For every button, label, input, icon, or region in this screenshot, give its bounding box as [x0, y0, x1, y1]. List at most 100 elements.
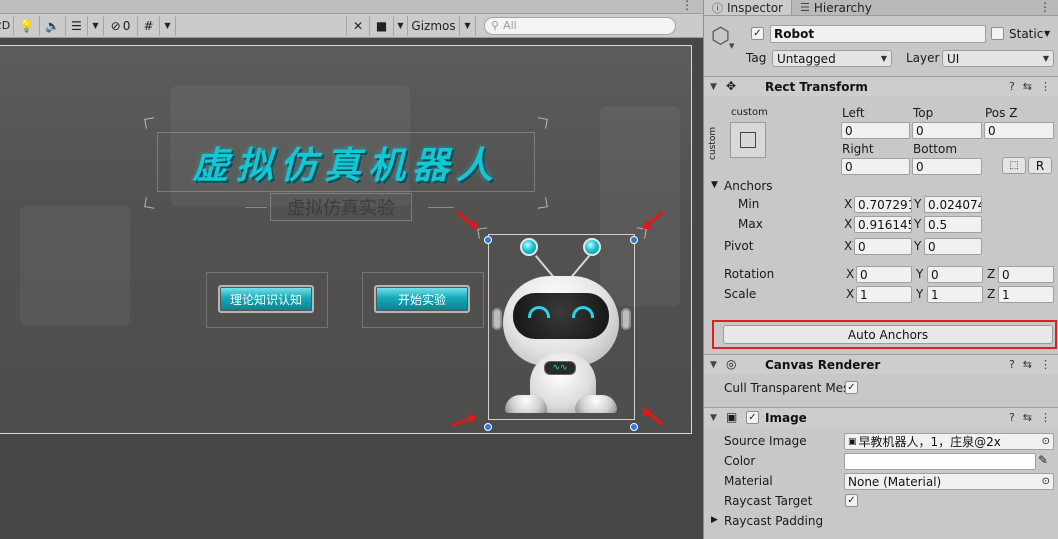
scale-x-label: X — [846, 287, 855, 301]
search-icon: ⚲ — [491, 19, 500, 32]
robot-antenna-ball-right — [583, 238, 601, 256]
presets-icon[interactable]: ⇆ — [1023, 80, 1032, 93]
anchor-max-x-input[interactable]: 0.916145 — [854, 216, 912, 233]
raycast-target-checkbox[interactable]: ✓ — [845, 494, 858, 507]
scale-y-label: Y — [916, 287, 924, 301]
layer-dropdown[interactable]: UI ▼ — [942, 50, 1054, 67]
toggle-2d-label: 2D — [0, 19, 11, 32]
robot-chest-glyph: ∿∿ — [552, 363, 568, 373]
tools-button[interactable]: ✕ — [346, 15, 370, 36]
robot-foot-right — [575, 395, 617, 413]
anchor-handle-bl[interactable] — [484, 423, 492, 431]
anchor-preset-button[interactable] — [730, 122, 766, 158]
pivot-y-label: Y — [914, 239, 922, 253]
theory-button[interactable]: 理论知识认知 — [218, 285, 314, 313]
grid-toggle[interactable]: # — [138, 15, 160, 36]
kebab-menu-icon[interactable]: ⋮ — [1040, 80, 1051, 93]
bottom-input[interactable]: 0 — [912, 158, 982, 175]
object-picker-icon[interactable]: ⊙ — [1042, 436, 1050, 447]
grid-dropdown[interactable]: ▼ — [160, 15, 176, 36]
presets-icon[interactable]: ⇆ — [1023, 411, 1032, 424]
foldout-arrow-icon[interactable]: ▶ — [711, 515, 718, 525]
foldout-arrow-icon: ▼ — [710, 412, 717, 423]
canvas-renderer-icon: ◎ — [726, 357, 737, 371]
effects-dropdown[interactable]: ▼ — [88, 15, 104, 36]
layer-value: UI — [947, 51, 960, 66]
gizmos-button[interactable]: Gizmos — [408, 15, 460, 36]
chevron-down-icon[interactable]: ▼ — [1044, 29, 1050, 38]
raw-edit-button[interactable]: R — [1028, 157, 1052, 174]
rotation-z-input[interactable]: 0 — [998, 266, 1054, 283]
image-enabled-checkbox[interactable]: ✓ — [746, 411, 759, 424]
help-icon[interactable]: ? — [1009, 411, 1015, 424]
rotation-z-label: Z — [987, 267, 996, 281]
anchor-min-x-input[interactable]: 0.707291 — [854, 196, 912, 213]
blueprint-icon: ⬚ — [1009, 160, 1019, 171]
right-input[interactable]: 0 — [841, 158, 910, 175]
cull-transparent-checkbox[interactable]: ✓ — [845, 381, 858, 394]
scale-y-input[interactable]: 1 — [927, 286, 983, 303]
rect-transform-header[interactable]: ▼ ✥ Rect Transform ? ⇆ ⋮ — [704, 76, 1058, 96]
kebab-menu-icon[interactable]: ⋮ — [1040, 411, 1051, 424]
anchor-max-y-input[interactable]: 0.5 — [924, 216, 982, 233]
hidden-objects-toggle[interactable]: ⊘ 0 — [104, 15, 138, 36]
bg-bed-shape — [20, 206, 130, 326]
scale-x-input[interactable]: 1 — [856, 286, 912, 303]
canvas-renderer-header[interactable]: ▼ ◎ Canvas Renderer ? ⇆ ⋮ — [704, 354, 1058, 374]
color-label: Color — [724, 454, 756, 468]
inspector-more-icon[interactable]: ⋮ — [1039, 0, 1051, 14]
tag-dropdown[interactable]: Untagged ▼ — [772, 50, 892, 67]
scale-z-input[interactable]: 1 — [998, 286, 1054, 303]
toggle-2d-button[interactable]: 2D — [0, 15, 14, 36]
pivot-y-input[interactable]: 0 — [924, 238, 982, 255]
gizmos-label: Gizmos — [411, 18, 456, 33]
source-image-value: 早教机器人，1，庄泉@2x — [858, 435, 1001, 449]
image-header[interactable]: ▼ ▣ ✓ Image ? ⇆ ⋮ — [704, 407, 1058, 427]
rotation-label: Rotation — [724, 267, 775, 281]
camera-dropdown[interactable]: ▼ — [394, 15, 408, 36]
pivot-x-input[interactable]: 0 — [854, 238, 912, 255]
object-name-input[interactable]: Robot — [770, 25, 986, 43]
rotation-x-label: X — [846, 267, 855, 281]
subtitle-deco-right — [428, 207, 454, 208]
blueprint-mode-button[interactable]: ⬚ — [1002, 157, 1026, 174]
chevron-down-icon: ▼ — [1042, 54, 1049, 63]
tag-label: Tag — [746, 51, 767, 65]
audio-toggle[interactable]: 🔈 — [40, 15, 66, 36]
source-image-field[interactable]: ▣ 早教机器人，1，庄泉@2x ⊙ — [844, 433, 1054, 450]
scene-search-input[interactable]: ⚲ All — [484, 16, 676, 35]
rotation-x-input[interactable]: 0 — [856, 266, 912, 283]
material-field[interactable]: None (Material) ⊙ — [844, 473, 1054, 490]
start-button[interactable]: 开始实验 — [374, 285, 470, 313]
eyedropper-icon[interactable]: ✎ — [1038, 453, 1048, 467]
camera-button[interactable]: ■ — [370, 15, 394, 36]
rotation-y-input[interactable]: 0 — [927, 266, 983, 283]
effects-toggle[interactable]: ☰ — [66, 15, 88, 36]
left-input[interactable]: 0 — [841, 122, 910, 139]
help-icon[interactable]: ? — [1009, 358, 1015, 371]
chevron-down-icon: ▼ — [92, 21, 99, 30]
posz-input[interactable]: 0 — [984, 122, 1054, 139]
object-picker-icon[interactable]: ⊙ — [1042, 476, 1050, 487]
help-icon[interactable]: ? — [1009, 80, 1015, 93]
tab-inspector[interactable]: ⓘ Inspector — [704, 0, 792, 15]
anchor-handle-br[interactable] — [630, 423, 638, 431]
kebab-menu-icon[interactable]: ⋮ — [1040, 358, 1051, 371]
chevron-down-icon[interactable]: ▼ — [729, 42, 734, 50]
gizmos-dropdown[interactable]: ▼ — [460, 15, 476, 36]
auto-anchors-button[interactable]: Auto Anchors — [723, 325, 1053, 344]
anchor-min-y-input[interactable]: 0.024074 — [924, 196, 982, 213]
tab-hierarchy[interactable]: ☰ Hierarchy — [792, 0, 880, 15]
presets-icon[interactable]: ⇆ — [1023, 358, 1032, 371]
color-swatch[interactable] — [844, 453, 1036, 470]
sprite-icon: ▣ — [848, 436, 857, 447]
anchor-preset-square-icon — [740, 132, 756, 148]
object-active-checkbox[interactable]: ✓ — [751, 27, 764, 40]
static-checkbox[interactable] — [991, 27, 1004, 40]
scene-viewport[interactable]: 虚拟仿真机器人 虚拟仿真实验 理论知识认知 开始实验 ∿∿ — [0, 38, 703, 539]
foldout-arrow-icon[interactable]: ▼ — [711, 180, 718, 190]
robot-ear-right — [621, 308, 631, 330]
top-input[interactable]: 0 — [912, 122, 982, 139]
scene-more-icon[interactable]: ⋮ — [681, 0, 693, 12]
lighting-toggle[interactable]: 💡 — [14, 15, 40, 36]
